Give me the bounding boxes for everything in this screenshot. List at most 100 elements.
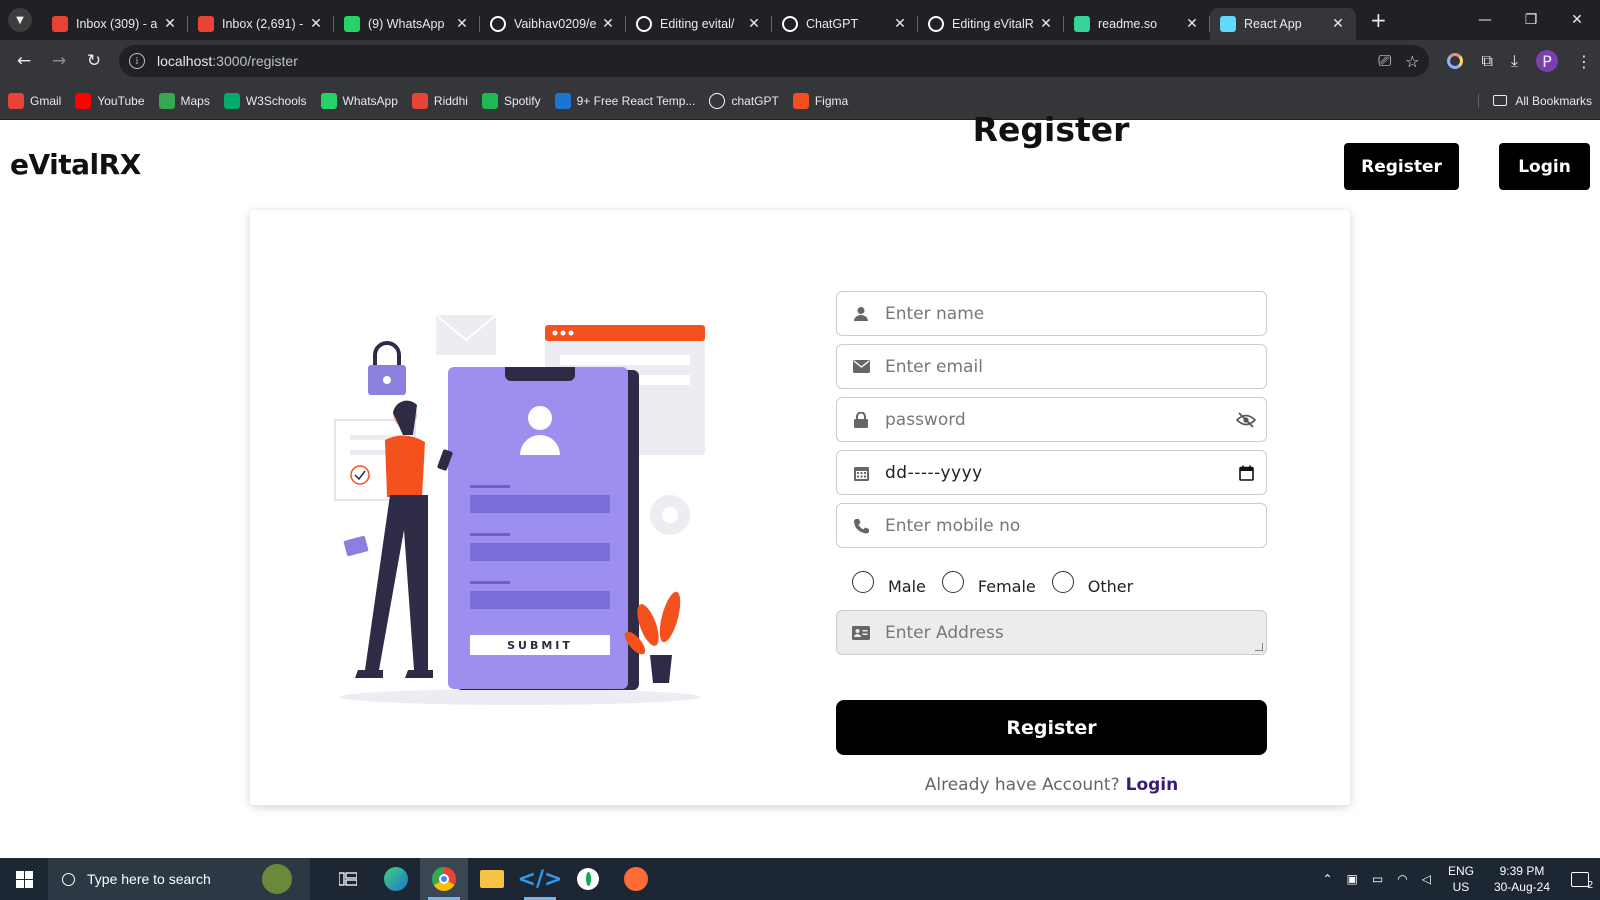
tab-title: readme.so	[1098, 17, 1158, 31]
eye-slash-icon[interactable]	[1226, 411, 1266, 428]
volume-icon[interactable]: ◁	[1422, 872, 1431, 886]
menu-kebab-icon[interactable]: ⋮	[1576, 52, 1592, 71]
dob-field[interactable]: dd-----yyyy	[836, 450, 1267, 495]
tab-close-icon[interactable]: ✕	[454, 16, 470, 32]
meet-now-icon[interactable]: ▣	[1347, 872, 1358, 886]
windows-start-icon[interactable]	[0, 858, 48, 900]
minimize-icon[interactable]: —	[1462, 0, 1508, 40]
browser-tab[interactable]: Vaibhav0209/e ✕	[480, 8, 626, 40]
restore-icon[interactable]: ❐	[1508, 0, 1554, 40]
bookmark-item[interactable]: W3Schools	[223, 92, 307, 109]
reload-icon[interactable]: ↻	[78, 45, 110, 77]
extension-color-icon[interactable]	[1447, 53, 1464, 69]
bookmark-item[interactable]: YouTube	[75, 92, 145, 109]
gender-other-option[interactable]: Other	[1051, 571, 1133, 597]
email-input[interactable]: Enter email	[885, 357, 1266, 377]
browser-tab[interactable]: Editing eVitalR ✕	[918, 8, 1064, 40]
wifi-icon[interactable]: ◠	[1397, 872, 1407, 886]
tab-close-icon[interactable]: ✕	[892, 16, 908, 32]
browser-tab[interactable]: readme.so ✕	[1064, 8, 1210, 40]
bookmark-item[interactable]: WhatsApp	[320, 92, 398, 109]
browser-tab[interactable]: ChatGPT ✕	[772, 8, 918, 40]
name-field[interactable]: Enter name	[836, 291, 1267, 336]
name-input[interactable]: Enter name	[885, 304, 1266, 324]
figma-icon	[792, 92, 809, 109]
new-tab-button[interactable]: +	[1370, 8, 1387, 32]
browser-tab[interactable]: Editing evital/ ✕	[626, 8, 772, 40]
browser-tab[interactable]: Inbox (2,691) - ✕	[188, 8, 334, 40]
forward-icon[interactable]: →	[43, 45, 75, 77]
system-tray: ⌃ ▣ ▭ ◠ ◁ ENG US 9:39 PM 30-Aug-24 2	[1315, 858, 1600, 900]
bookmark-star-icon[interactable]: ☆	[1405, 52, 1419, 71]
browser-tab[interactable]: React App ✕	[1210, 8, 1356, 40]
tab-close-icon[interactable]: ✕	[1184, 16, 1200, 32]
mobile-field[interactable]: Enter mobile no	[836, 503, 1267, 548]
email-field[interactable]: Enter email	[836, 344, 1267, 389]
register-submit-button[interactable]: Register	[836, 700, 1267, 755]
bookmark-item[interactable]: Spotify	[481, 92, 541, 109]
task-view-icon[interactable]	[324, 858, 372, 900]
language-indicator[interactable]: ENG US	[1448, 863, 1474, 895]
radio-other[interactable]	[1051, 571, 1074, 593]
dob-input[interactable]: dd-----yyyy	[885, 463, 1226, 483]
address-bar[interactable]: i localhost:3000/register ⎚ ☆	[119, 45, 1430, 77]
chatgpt-icon	[782, 16, 798, 32]
profile-avatar[interactable]: P	[1536, 50, 1558, 72]
taskbar-clock[interactable]: 9:39 PM 30-Aug-24	[1494, 863, 1550, 895]
mui-icon	[554, 92, 571, 109]
brand-logo[interactable]: eVitalRX	[10, 148, 141, 181]
radio-male[interactable]	[852, 571, 874, 593]
tray-chevron-up-icon[interactable]: ⌃	[1322, 872, 1332, 886]
gmail-icon	[8, 92, 24, 109]
tab-close-icon[interactable]: ✕	[162, 16, 178, 32]
tab-close-icon[interactable]: ✕	[1330, 16, 1346, 32]
site-info-icon[interactable]: i	[129, 53, 145, 69]
header-register-button[interactable]: Register	[1344, 143, 1459, 190]
address-field[interactable]: Enter Address	[836, 610, 1267, 655]
taskbar-search-box[interactable]: Type here to search	[48, 858, 310, 900]
battery-icon[interactable]: ▭	[1372, 872, 1383, 886]
bookmark-item[interactable]: Maps	[158, 92, 210, 109]
browser-tab[interactable]: Inbox (309) - a ✕	[42, 8, 188, 40]
file-explorer-icon[interactable]	[468, 858, 516, 900]
whatsapp-icon	[320, 92, 337, 109]
url-text[interactable]: localhost:3000/register	[157, 53, 1364, 69]
calendar-picker-icon[interactable]	[1226, 465, 1266, 481]
tab-close-icon[interactable]: ✕	[600, 16, 616, 32]
tab-close-icon[interactable]: ✕	[1038, 16, 1054, 32]
back-icon[interactable]: ←	[8, 45, 40, 77]
bookmark-item[interactable]: chatGPT	[709, 92, 779, 109]
download-icon[interactable]: ⤓	[1511, 51, 1518, 71]
radio-label-female: Female	[977, 576, 1036, 596]
textarea-resize-handle[interactable]	[1255, 643, 1263, 651]
bookmark-item[interactable]: 9+ Free React Temp...	[554, 92, 695, 109]
address-textarea[interactable]: Enter Address	[885, 623, 1004, 643]
password-input[interactable]: password	[885, 410, 1226, 430]
postman-icon[interactable]	[612, 858, 660, 900]
gender-male-option[interactable]: Male	[852, 571, 926, 597]
radio-female[interactable]	[941, 571, 964, 593]
tab-search-chevron-icon[interactable]: ▼	[8, 8, 32, 32]
browser-tab[interactable]: (9) WhatsApp ✕	[334, 8, 480, 40]
password-field[interactable]: password	[836, 397, 1267, 442]
header-login-button[interactable]: Login	[1499, 143, 1590, 190]
mobile-input[interactable]: Enter mobile no	[885, 516, 1266, 536]
bookmark-item[interactable]: Figma	[792, 92, 848, 109]
mongodb-compass-icon[interactable]	[564, 858, 612, 900]
install-app-icon[interactable]: ⎚	[1378, 51, 1391, 71]
extensions-puzzle-icon[interactable]: ⧉	[1481, 51, 1492, 71]
edge-icon[interactable]	[372, 858, 420, 900]
bookmark-item[interactable]: Riddhi	[411, 92, 468, 109]
bookmark-item[interactable]: Gmail	[8, 92, 61, 109]
maps-icon	[158, 92, 175, 109]
vscode-icon[interactable]: </>	[516, 858, 564, 900]
chrome-icon[interactable]	[420, 858, 468, 900]
gender-female-option[interactable]: Female	[941, 571, 1036, 597]
login-link[interactable]: Login	[1126, 775, 1179, 795]
all-bookmarks-button[interactable]: All Bookmarks	[1478, 93, 1592, 108]
notification-icon[interactable]: 2	[1560, 871, 1600, 891]
register-illustration: SUBMIT	[334, 314, 705, 705]
tab-close-icon[interactable]: ✕	[308, 16, 324, 32]
tab-close-icon[interactable]: ✕	[746, 16, 762, 32]
close-window-icon[interactable]: ✕	[1554, 0, 1600, 40]
